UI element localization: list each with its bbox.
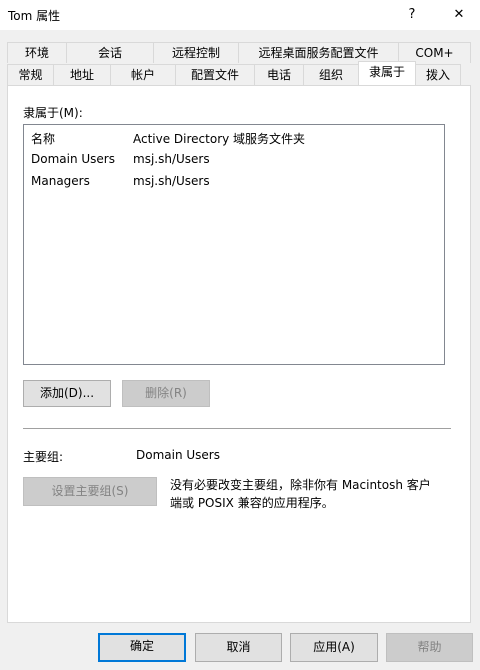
member-of-label: 隶属于(M): <box>23 106 83 120</box>
cancel-button[interactable]: 取消 <box>195 633 282 662</box>
tab-member-of[interactable]: 隶属于 <box>358 61 416 85</box>
tab-dial-in[interactable]: 拨入 <box>415 64 461 85</box>
note-line: 端或 POSIX 兼容的应用程序。 <box>170 496 334 510</box>
tab-environment[interactable]: 环境 <box>7 42 67 63</box>
divider <box>23 428 451 429</box>
tab-rds-profile[interactable]: 远程桌面服务配置文件 <box>238 42 399 63</box>
column-header-folder[interactable]: Active Directory 域服务文件夹 <box>133 130 305 147</box>
member-of-panel: 隶属于(M): 名称 Active Directory 域服务文件夹 Domai… <box>7 85 471 623</box>
set-primary-group-button[interactable]: 设置主要组(S) <box>23 477 157 506</box>
close-icon[interactable]: ✕ <box>444 3 474 27</box>
help-button[interactable]: 帮助 <box>386 633 473 662</box>
column-header-name[interactable]: 名称 <box>31 130 55 147</box>
tab-organization[interactable]: 组织 <box>303 64 359 85</box>
help-icon[interactable]: ? <box>397 3 427 27</box>
note-line: 没有必要改变主要组，除非你有 Macintosh 客户 <box>170 478 431 492</box>
primary-group-value: Domain Users <box>136 448 220 462</box>
group-folder: msj.sh/Users <box>133 174 210 188</box>
tab-address[interactable]: 地址 <box>53 64 111 85</box>
tab-row-bottom: 常规 地址 帐户 配置文件 电话 组织 隶属于 拨入 <box>7 61 471 86</box>
add-button[interactable]: 添加(D)... <box>23 380 111 407</box>
apply-button[interactable]: 应用(A) <box>290 633 378 662</box>
primary-group-label: 主要组: <box>23 450 64 464</box>
title-bar: Tom 属性 ? ✕ <box>0 0 480 30</box>
primary-group-note: 没有必要改变主要组，除非你有 Macintosh 客户 端或 POSIX 兼容的… <box>170 476 450 512</box>
tab-remote-control[interactable]: 远程控制 <box>153 42 239 63</box>
member-of-list[interactable]: 名称 Active Directory 域服务文件夹 Domain Users … <box>23 124 445 365</box>
group-folder: msj.sh/Users <box>133 152 210 166</box>
group-name: Managers <box>31 174 90 188</box>
tab-general[interactable]: 常规 <box>7 64 54 85</box>
tab-profile[interactable]: 配置文件 <box>175 64 255 85</box>
tab-sessions[interactable]: 会话 <box>66 42 154 63</box>
tab-telephones[interactable]: 电话 <box>254 64 304 85</box>
group-name: Domain Users <box>31 152 115 166</box>
window-title: Tom 属性 <box>8 9 61 23</box>
ok-button[interactable]: 确定 <box>98 633 186 662</box>
remove-button[interactable]: 删除(R) <box>122 380 210 407</box>
tab-com-plus[interactable]: COM+ <box>398 42 471 63</box>
tab-account[interactable]: 帐户 <box>110 64 176 85</box>
